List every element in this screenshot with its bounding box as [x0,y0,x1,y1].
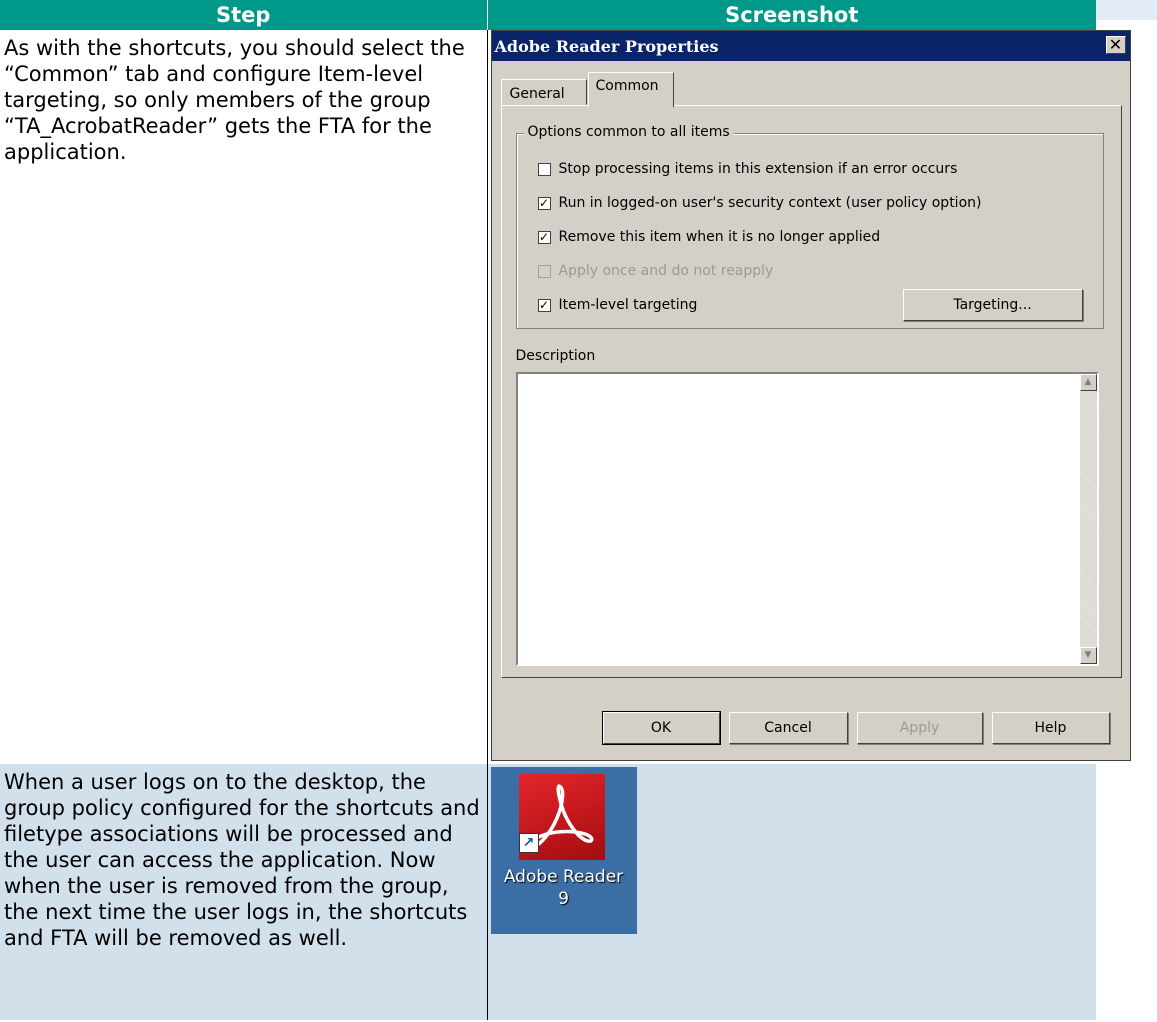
scroll-up-arrow-icon[interactable]: ▲ [1079,374,1097,391]
apply-button: Apply [856,712,983,744]
checkbox-label: Stop processing items in this extension … [558,161,958,177]
description-scrollbar[interactable]: ▲ ▼ [1079,374,1097,664]
icon-label-line1: Adobe Reader [503,867,624,887]
scroll-down-arrow-icon[interactable]: ▼ [1079,647,1097,664]
properties-dialog: Adobe Reader Properties ✕ General Common… [490,30,1131,761]
page-corner-tint [1096,0,1157,20]
checkbox-apply-once: Apply once and do not reapply [537,263,774,279]
cancel-button[interactable]: Cancel [728,712,848,744]
checkbox-label: Remove this item when it is no longer ap… [558,229,881,245]
shortcut-arrow-icon: ↗ [518,833,539,853]
instruction-table: Step Screenshot As with the shortcuts, y… [0,0,1131,1020]
checkbox-box [537,264,551,278]
checkbox-stop-processing[interactable]: Stop processing items in this extension … [537,161,958,177]
help-button[interactable]: Help [991,712,1110,744]
table-row: When a user logs on to the desktop, the … [0,764,1096,1020]
checkbox-item-level-targeting[interactable]: ✓ Item-level targeting [537,297,698,313]
checkbox-label: Run in logged-on user's security context… [558,195,982,211]
close-button[interactable]: ✕ [1105,35,1126,54]
header-screenshot: Screenshot [487,0,1096,30]
description-label: Description [515,348,596,364]
checkbox-box[interactable]: ✓ [537,298,551,312]
close-icon: ✕ [1108,35,1123,54]
checkbox-label: Apply once and do not reapply [558,263,774,279]
tab-common[interactable]: Common [587,72,674,107]
checkbox-remove-when-not-applied[interactable]: ✓ Remove this item when it is no longer … [537,229,881,245]
header-step: Step [0,0,488,30]
tab-general[interactable]: General [500,79,587,105]
dialog-titlebar: Adobe Reader Properties ✕ [491,31,1130,61]
step-text: When a user logs on to the desktop, the … [4,770,480,950]
ok-button[interactable]: OK [601,711,721,745]
table-row: As with the shortcuts, you should select… [0,30,1131,764]
checkbox-box[interactable]: ✓ [537,230,551,244]
options-group-label: Options common to all items [523,124,734,140]
desktop-background: ↗ Adobe Reader 9 [490,767,637,934]
checkbox-box[interactable]: ✓ [537,196,551,210]
checkbox-run-in-user-context[interactable]: ✓ Run in logged-on user's security conte… [537,195,982,211]
step-text: As with the shortcuts, you should select… [4,36,465,164]
description-textarea[interactable]: ▲ ▼ [515,372,1099,666]
dialog-title: Adobe Reader Properties [494,37,719,56]
desktop-icon-label[interactable]: Adobe Reader 9 [491,866,637,910]
checkbox-box[interactable] [537,162,551,176]
targeting-button[interactable]: Targeting... [902,289,1083,321]
checkbox-label: Item-level targeting [558,297,698,313]
icon-label-line2: 9 [558,889,569,909]
